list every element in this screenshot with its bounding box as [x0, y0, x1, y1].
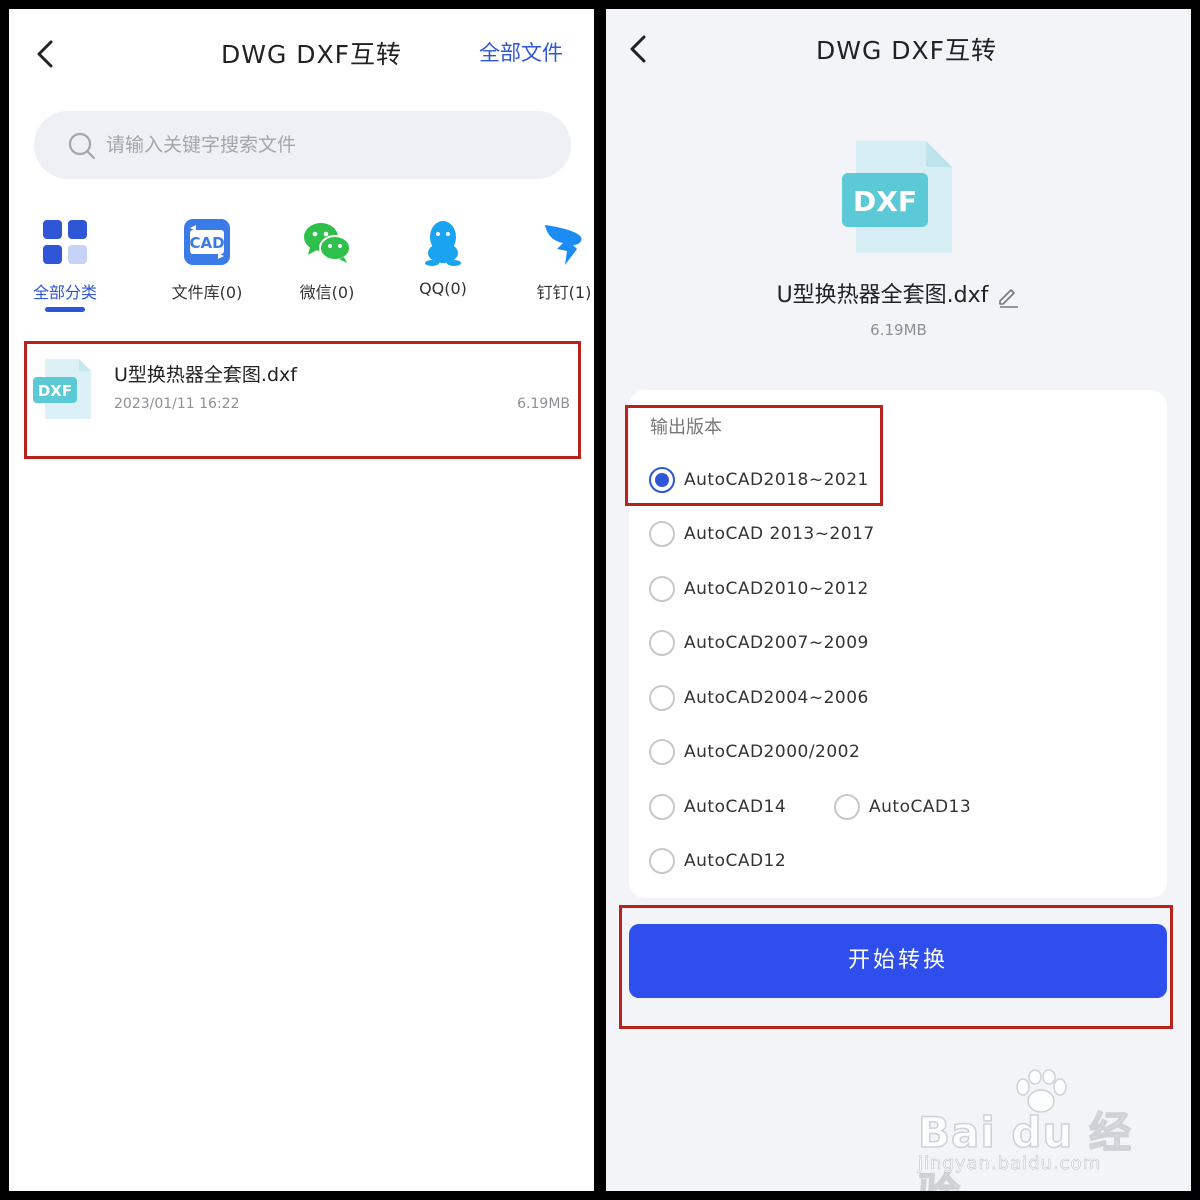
active-tab-indicator — [45, 307, 85, 312]
file-list-item[interactable]: DXF U型换热器全套图.dxf 2023/01/11 16:22 6.19MB — [24, 341, 581, 459]
search-icon — [68, 132, 96, 160]
search-bar[interactable] — [34, 111, 571, 179]
convert-settings-screen: DWG DXF互转 DXF U型换热器全套图.dxf 6.19MB 输出版本 A… — [606, 9, 1191, 1191]
highlight-box — [625, 405, 883, 506]
grid-icon — [43, 220, 87, 264]
dxf-file-icon: DXF — [842, 141, 952, 253]
watermark-brand: Bai du 经验 — [917, 1107, 1132, 1191]
category-label: 微信(0) — [299, 283, 355, 302]
category-all[interactable]: 全部分类 — [15, 217, 115, 317]
file-picker-screen: DWG DXF互转 全部文件 全部分类 CAD 文件库(0) — [9, 9, 594, 1191]
dingtalk-icon — [545, 225, 582, 265]
file-type-badge: DXF — [38, 382, 72, 400]
svg-text:CAD: CAD — [189, 234, 224, 252]
baidu-watermark: Bai du 经验 jingyan.baidu.com — [917, 1069, 1158, 1191]
back-button[interactable] — [27, 34, 67, 74]
radio-unselected[interactable] — [649, 521, 675, 547]
edit-icon[interactable] — [996, 284, 1020, 308]
radio-unselected[interactable] — [649, 576, 675, 602]
dxf-file-icon: DXF — [33, 359, 91, 419]
version-option[interactable]: AutoCAD12 — [649, 846, 786, 876]
file-size: 6.19MB — [517, 396, 570, 412]
file-name: U型换热器全套图.dxf — [114, 364, 297, 386]
watermark-url: jingyan.baidu.com — [918, 1153, 1102, 1175]
category-wechat[interactable]: 微信(0) — [277, 217, 377, 317]
category-label: 全部分类 — [32, 283, 97, 302]
page-title: DWG DXF互转 — [816, 36, 998, 65]
category-file-library[interactable]: CAD 文件库(0) — [157, 217, 257, 317]
version-option[interactable]: AutoCAD2007~2009 — [649, 628, 869, 658]
chevron-left-icon — [37, 40, 53, 68]
search-input[interactable] — [106, 125, 546, 165]
version-option[interactable]: AutoCAD2010~2012 — [649, 574, 869, 604]
page-title: DWG DXF互转 — [221, 40, 403, 69]
file-name: U型换热器全套图.dxf — [776, 283, 989, 308]
version-option[interactable]: AutoCAD2000/2002 — [649, 737, 860, 767]
file-date: 2023/01/11 16:22 — [114, 396, 240, 412]
cad-icon: CAD — [184, 219, 230, 265]
version-option[interactable]: AutoCAD14 — [649, 792, 786, 822]
radio-unselected[interactable] — [649, 739, 675, 765]
radio-unselected[interactable] — [649, 794, 675, 820]
category-qq[interactable]: QQ(0) — [393, 217, 493, 317]
version-option[interactable]: AutoCAD13 — [834, 792, 971, 822]
radio-unselected[interactable] — [834, 794, 860, 820]
radio-unselected[interactable] — [649, 685, 675, 711]
file-name-row: U型换热器全套图.dxf — [606, 277, 1191, 309]
category-label: QQ(0) — [419, 279, 467, 298]
category-label: 文件库(0) — [171, 283, 243, 302]
all-files-link[interactable]: 全部文件 — [479, 37, 563, 67]
radio-unselected[interactable] — [649, 630, 675, 656]
file-type-badge: DXF — [853, 185, 917, 218]
category-label: 钉钉(1) — [536, 283, 592, 302]
version-option[interactable]: AutoCAD2004~2006 — [649, 683, 869, 713]
category-dingtalk[interactable]: 钉钉(1) — [514, 217, 594, 317]
back-button[interactable] — [620, 29, 660, 69]
file-size: 6.19MB — [870, 321, 927, 339]
radio-unselected[interactable] — [649, 848, 675, 874]
qq-icon — [425, 221, 461, 266]
highlight-box — [619, 905, 1173, 1029]
wechat-icon — [304, 223, 351, 263]
chevron-left-icon — [630, 35, 646, 63]
version-option[interactable]: AutoCAD 2013~2017 — [649, 519, 875, 549]
